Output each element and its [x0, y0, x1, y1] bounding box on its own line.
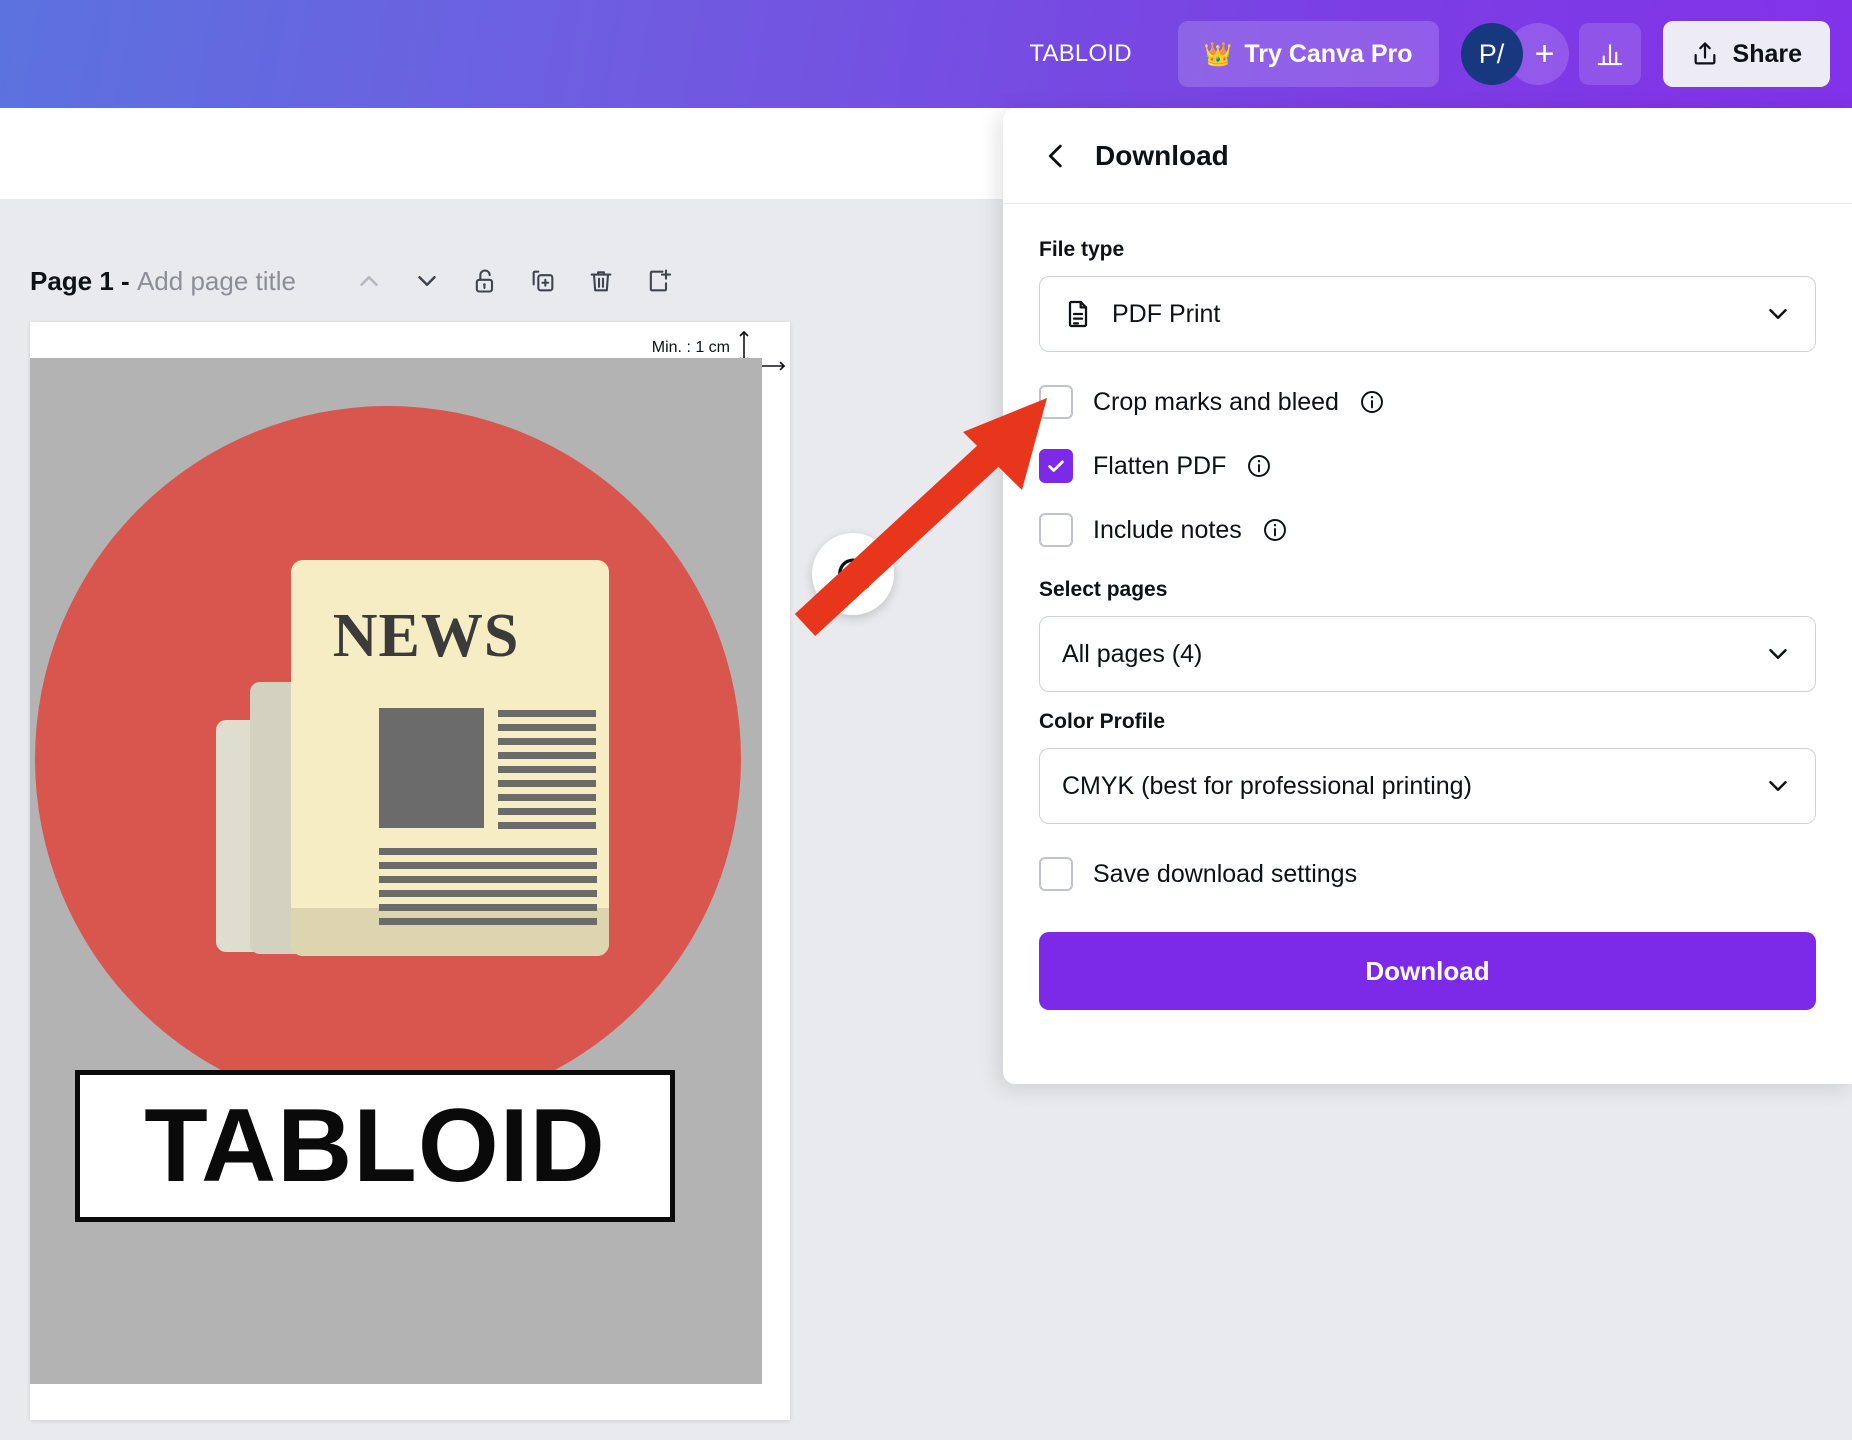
newspaper-headline: NEWS — [332, 602, 520, 670]
save-download-settings-row[interactable]: Save download settings — [1039, 842, 1816, 906]
add-page-button[interactable] — [630, 255, 688, 307]
upload-icon — [1694, 42, 1715, 65]
try-canva-pro-label: Try Canva Pro — [1244, 39, 1413, 68]
include-notes-checkbox[interactable] — [1039, 513, 1073, 547]
lock-page-button[interactable] — [456, 255, 514, 307]
newspaper-illustration: NEWS — [216, 560, 624, 960]
select-pages-value: All pages (4) — [1062, 639, 1203, 668]
flatten-pdf-checkbox[interactable] — [1039, 449, 1073, 483]
back-chevron-icon — [1048, 144, 1062, 167]
include-notes-label: Include notes — [1093, 515, 1242, 544]
add-page-icon — [649, 269, 672, 292]
bar-chart-icon — [1597, 44, 1622, 66]
add-comment-icon — [838, 556, 870, 592]
crop-marks-and-bleed-checkbox[interactable] — [1039, 385, 1073, 419]
color-profile-label: Color Profile — [1039, 710, 1166, 733]
page-tool-group — [340, 255, 688, 307]
download-button[interactable]: Download — [1039, 932, 1816, 1010]
newspaper-text-lines-bottom — [379, 848, 597, 932]
duplicate-page-button[interactable] — [514, 255, 572, 307]
add-comment-button[interactable] — [812, 533, 894, 615]
margin-hint-label: Min. : 1 cm — [651, 339, 730, 356]
app-root: TABLOID 👑 Try Canva Pro P/ + Share Page … — [0, 0, 1852, 1440]
file-type-label: File type — [1039, 238, 1125, 261]
flatten-pdf-label: Flatten PDF — [1093, 451, 1227, 480]
crop-marks-and-bleed-row[interactable]: Crop marks and bleed — [1039, 370, 1816, 434]
check-icon — [1048, 460, 1064, 472]
newspaper-photo-block — [379, 708, 484, 828]
color-profile-select[interactable]: CMYK (best for professional printing) — [1039, 748, 1816, 824]
duplicate-icon — [532, 270, 554, 292]
insights-button[interactable] — [1578, 23, 1641, 85]
color-profile-value: CMYK (best for professional printing) — [1062, 771, 1472, 800]
design-page[interactable]: Min. : 1 cm NEWS TABLOID — [30, 322, 790, 1420]
pdf-file-icon — [1068, 300, 1088, 328]
download-panel-header: Download — [1003, 108, 1852, 204]
select-pages-label: Select pages — [1039, 578, 1168, 601]
chevron-down-icon — [1769, 309, 1787, 319]
page-header: Page 1 - Add page title — [30, 255, 688, 307]
chevron-down-icon — [1769, 649, 1787, 659]
try-canva-pro-button[interactable]: 👑 Try Canva Pro — [1177, 21, 1439, 87]
top-bar: TABLOID 👑 Try Canva Pro P/ + Share — [0, 0, 1852, 108]
info-icon[interactable] — [1262, 517, 1288, 543]
download-button-label: Download — [1365, 955, 1490, 986]
chevron-up-icon — [360, 276, 378, 286]
download-panel: Download File type PDF Print Crop marks … — [1003, 108, 1852, 1084]
trash-icon — [590, 271, 612, 292]
chevron-down-icon — [418, 276, 436, 286]
back-button[interactable] — [1039, 139, 1073, 173]
share-button[interactable]: Share — [1662, 21, 1830, 87]
chevron-down-icon — [1769, 781, 1787, 791]
crown-icon: 👑 — [1203, 40, 1233, 67]
save-download-settings-checkbox[interactable] — [1039, 857, 1073, 891]
info-icon[interactable] — [1359, 389, 1385, 415]
page-number-label: Page 1 - — [30, 265, 130, 296]
flatten-pdf-row[interactable]: Flatten PDF — [1039, 434, 1816, 498]
file-type-select[interactable]: PDF Print — [1039, 276, 1816, 352]
delete-page-button[interactable] — [572, 255, 630, 307]
download-panel-body: File type PDF Print Crop marks and bleed — [1003, 204, 1852, 1010]
select-pages-select[interactable]: All pages (4) — [1039, 616, 1816, 692]
move-page-up-button[interactable] — [340, 255, 398, 307]
info-icon[interactable] — [1246, 453, 1272, 479]
include-notes-row[interactable]: Include notes — [1039, 498, 1816, 562]
avatar[interactable]: P/ — [1460, 23, 1523, 85]
design-artwork: NEWS TABLOID — [30, 358, 762, 1384]
share-label: Share — [1732, 39, 1802, 68]
add-page-title-placeholder[interactable]: Add page title — [137, 266, 296, 296]
collaborators: P/ + — [1460, 23, 1569, 85]
save-download-settings-label: Save download settings — [1093, 859, 1358, 888]
tabloid-text: TABLOID — [144, 1088, 606, 1204]
download-panel-title: Download — [1095, 139, 1229, 171]
file-type-value: PDF Print — [1112, 299, 1221, 328]
move-page-down-button[interactable] — [398, 255, 456, 307]
tabloid-text-box[interactable]: TABLOID — [75, 1070, 675, 1222]
page-title-row[interactable]: Page 1 - Add page title — [30, 266, 296, 297]
newspaper-text-lines-right — [498, 710, 596, 836]
unlock-icon — [475, 269, 494, 293]
crop-marks-and-bleed-label: Crop marks and bleed — [1093, 387, 1339, 416]
document-title: TABLOID — [1029, 40, 1132, 67]
